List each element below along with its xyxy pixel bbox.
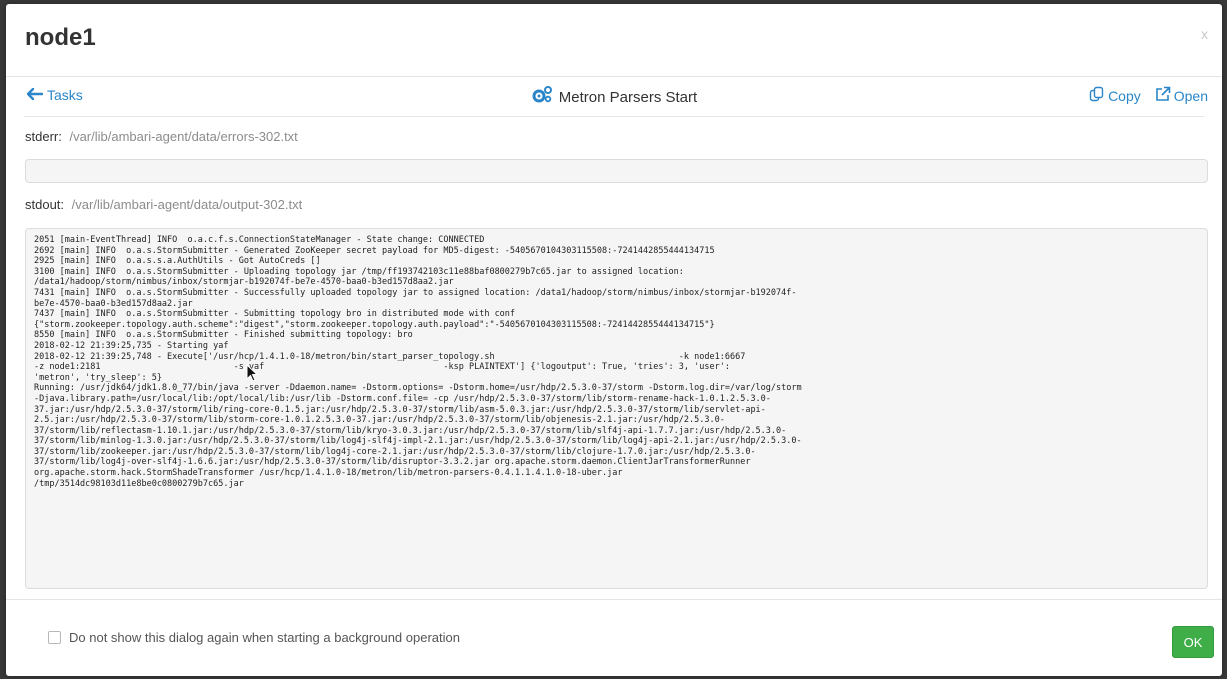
stdout-label: stdout:	[25, 197, 65, 212]
gears-icon	[531, 86, 553, 108]
task-title: Metron Parsers Start	[6, 86, 1222, 108]
log-line: /data1/hadoop/storm/nimbus/inbox/stormja…	[34, 277, 454, 288]
log-line: 2018-02-12 21:39:25,735 - Starting yaf	[34, 340, 229, 351]
stderr-path: /var/lib/ambari-agent/data/errors-302.tx…	[69, 129, 298, 144]
copy-icon	[1089, 86, 1105, 105]
log-line: 37/storm/lib/zookeeper.jar:/usr/hdp/2.5.…	[34, 446, 756, 457]
mouse-cursor-icon	[246, 363, 259, 382]
stdout-text: 2051 [main-EventThread] INFO o.a.c.f.s.C…	[34, 235, 1199, 489]
ok-button[interactable]: OK	[1172, 626, 1214, 658]
copy-label: Copy	[1108, 87, 1141, 104]
log-line: 7437 [main] INFO o.a.s.StormSubmitter - …	[34, 309, 516, 320]
log-line: 37/storm/lib/reflectasm-1.10.1.jar:/usr/…	[34, 425, 787, 436]
log-line: org.apache.storm.hack.StormShadeTransfor…	[34, 468, 623, 479]
log-line: /tmp/3514dc98103d11e8be0c0800279b7c65.ja…	[34, 478, 244, 489]
stdout-output[interactable]: 2051 [main-EventThread] INFO o.a.c.f.s.C…	[25, 228, 1208, 589]
log-line: -Djava.library.path=/usr/local/lib:/opt/…	[34, 393, 771, 404]
stderr-path-row: stderr: /var/lib/ambari-agent/data/error…	[25, 129, 298, 144]
log-line: 'metron', 'try_sleep': 5}	[34, 372, 162, 383]
task-nav-row: Tasks Metron Parsers Start Copy Open	[6, 77, 1222, 121]
log-line: 2925 [main] INFO o.a.s.s.a.AuthUtils - G…	[34, 256, 321, 267]
log-line: 8550 [main] INFO o.a.s.StormSubmitter - …	[34, 330, 413, 341]
dialog-footer: Do not show this dialog again when start…	[6, 599, 1222, 676]
stderr-output[interactable]	[25, 159, 1208, 183]
log-line: Running: /usr/jdk64/jdk1.8.0_77/bin/java…	[34, 383, 802, 394]
dont-show-again-checkbox[interactable]	[48, 631, 61, 644]
log-line: 7431 [main] INFO o.a.s.StormSubmitter - …	[34, 287, 797, 298]
log-line: 37/storm/lib/minlog-1.3.0.jar:/usr/hdp/2…	[34, 436, 802, 447]
log-line: 37.jar:/usr/hdp/2.5.3.0-37/storm/lib/rin…	[34, 404, 766, 415]
stdout-path-row: stdout: /var/lib/ambari-agent/data/outpu…	[25, 197, 302, 212]
log-line: 2051 [main-EventThread] INFO o.a.c.f.s.C…	[34, 235, 485, 245]
dont-show-again-option[interactable]: Do not show this dialog again when start…	[48, 630, 460, 645]
dialog-title: node1	[25, 24, 96, 51]
dont-show-again-label: Do not show this dialog again when start…	[69, 630, 460, 645]
stdout-path: /var/lib/ambari-agent/data/output-302.tx…	[71, 197, 303, 212]
log-line: be7e-4570-baa0-b3ed157d8aa2.jar	[34, 298, 193, 309]
open-label: Open	[1173, 87, 1208, 104]
log-line: {"storm.zookeeper.topology.auth.scheme":…	[34, 319, 715, 330]
log-line: 37/storm/lib/log4j-over-slf4j-1.6.6.jar:…	[34, 457, 751, 468]
log-line: 2692 [main] INFO o.a.s.StormSubmitter - …	[34, 245, 715, 256]
external-link-icon	[1155, 86, 1171, 105]
stderr-label: stderr:	[25, 129, 62, 144]
header-divider	[24, 116, 1204, 117]
log-line: 3100 [main] INFO o.a.s.StormSubmitter - …	[34, 266, 684, 277]
close-icon[interactable]: x	[1201, 26, 1208, 42]
dialog-header: node1 x	[6, 4, 1222, 77]
copy-button[interactable]: Copy	[1089, 86, 1141, 105]
log-actions: Copy Open	[1089, 86, 1208, 105]
task-title-label: Metron Parsers Start	[558, 88, 698, 106]
open-button[interactable]: Open	[1155, 86, 1208, 105]
log-line: 2018-02-12 21:39:25,748 - Execute['/usr/…	[34, 351, 746, 362]
log-line: 2.5.jar:/usr/hdp/2.5.3.0-37/storm/lib/st…	[34, 415, 725, 426]
log-line: -z node1:2181 -s yaf -ksp PLAINTEXT'] {'…	[34, 362, 730, 373]
task-log-dialog: node1 x Tasks Metron Parsers Start Copy …	[6, 4, 1222, 676]
